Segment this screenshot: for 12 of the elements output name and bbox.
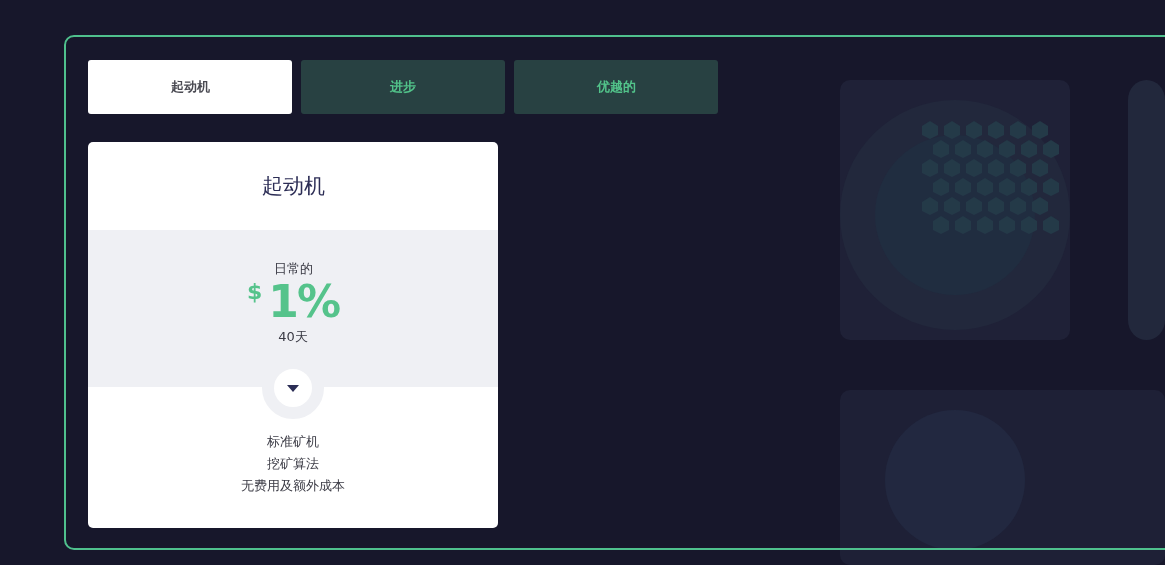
feature-text: 无费用及额外成本: [241, 477, 345, 495]
period-label: 日常的: [273, 260, 313, 278]
caret-icon: [287, 384, 299, 392]
feature-text: 标准矿机: [267, 433, 319, 451]
plan-title: 起动机: [260, 173, 326, 200]
duration-label: 40天: [278, 328, 308, 346]
rate-value: 1%: [268, 280, 339, 324]
plan-tab[interactable]: 进步: [301, 60, 505, 114]
plan-tab[interactable]: 起动机: [88, 60, 292, 114]
currency-sign: $: [247, 280, 263, 305]
plan-tab[interactable]: 优越的: [514, 60, 718, 114]
feature-text: 挖矿算法: [267, 455, 319, 473]
